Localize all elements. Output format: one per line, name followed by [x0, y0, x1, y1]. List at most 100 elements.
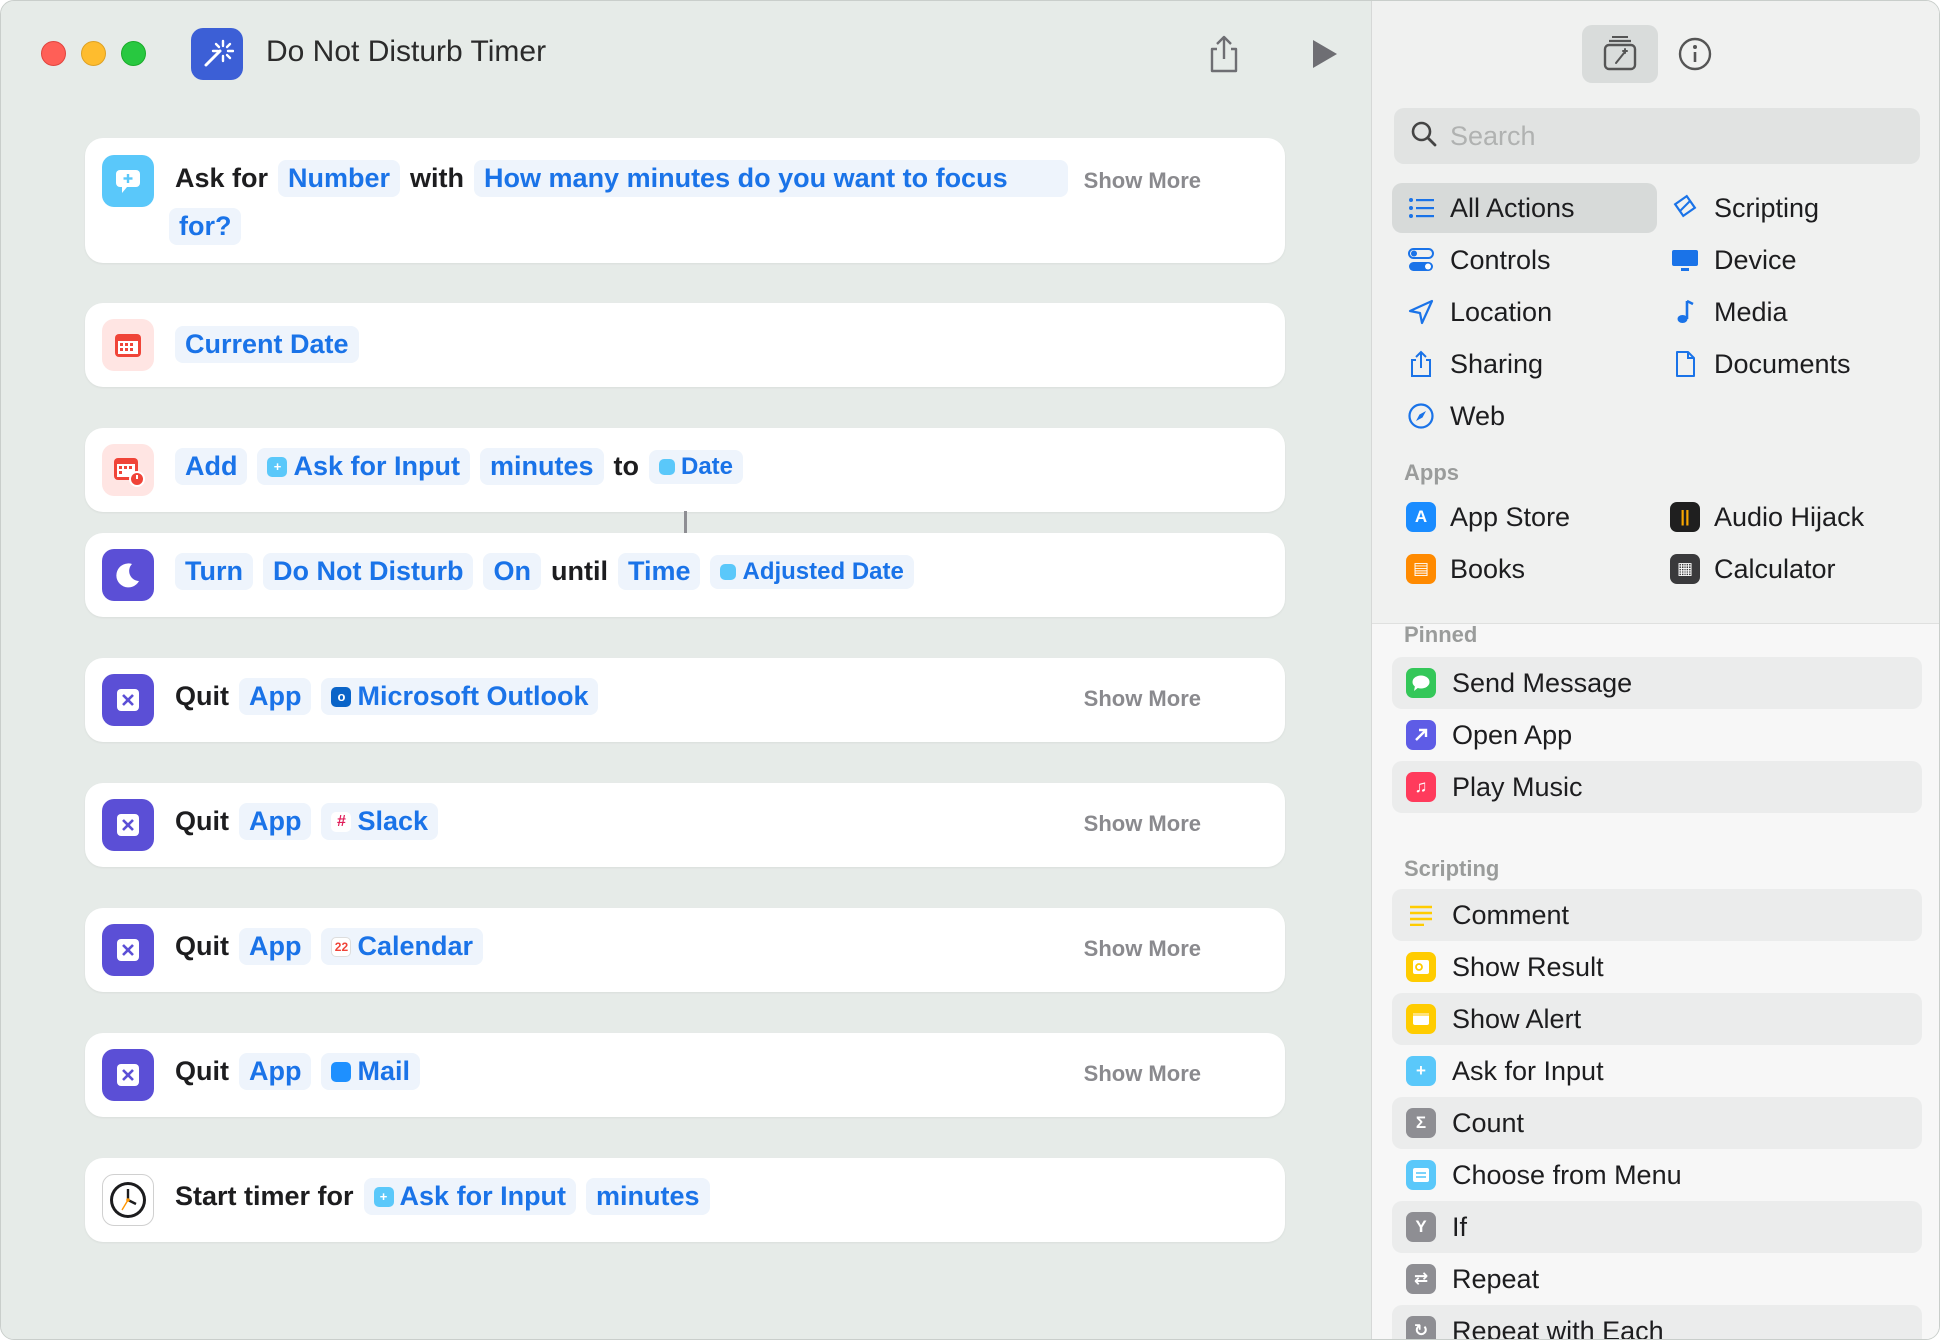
app-item[interactable]: ▤ Books	[1406, 544, 1525, 594]
quit-target-label: Mail	[357, 1056, 410, 1086]
scripting-action-item[interactable]: Choose from Menu	[1392, 1149, 1922, 1201]
repeat-each-icon: ↻	[1406, 1316, 1436, 1339]
timer-unit-token[interactable]: minutes	[586, 1178, 710, 1215]
scripting-action-item[interactable]: ⇄ Repeat	[1392, 1253, 1922, 1305]
timer-keyword: Start timer for	[175, 1181, 354, 1211]
info-icon[interactable]	[1657, 25, 1733, 83]
run-play-icon[interactable]	[1301, 31, 1347, 77]
quit-app-icon	[102, 674, 154, 726]
action-ask-for-input[interactable]: Ask for Number with How many minutes do …	[85, 138, 1285, 263]
scripting-section-header: Scripting	[1404, 856, 1500, 881]
add-variable-label: Ask for Input	[293, 451, 460, 481]
app-item[interactable]: A App Store	[1406, 492, 1570, 542]
pinned-action-item[interactable]: Open App	[1392, 709, 1922, 761]
sidebar-actions-list: Pinned Send Message Open App ♫ Play Musi…	[1372, 622, 1939, 1339]
action-quit-app[interactable]: Quit App Mail Show More	[85, 1033, 1285, 1117]
category-controls[interactable]: Controls	[1392, 235, 1657, 285]
show-more-button[interactable]: Show More	[1084, 936, 1201, 962]
quit-target-token[interactable]: # Slack	[321, 803, 439, 840]
category-scripting[interactable]: Scripting	[1656, 183, 1921, 233]
search-input[interactable]	[1450, 120, 1890, 152]
action-label: Choose from Menu	[1452, 1159, 1682, 1190]
category-web[interactable]: Web	[1392, 391, 1657, 441]
current-date-token[interactable]: Current Date	[175, 326, 359, 363]
scripting-action-item[interactable]: Show Alert	[1392, 993, 1922, 1045]
category-label: Documents	[1714, 348, 1851, 379]
action-quit-app[interactable]: Quit App # Slack Show More	[85, 783, 1285, 867]
dnd-date-token[interactable]: Adjusted Date	[710, 554, 914, 589]
share-icon[interactable]	[1201, 31, 1247, 77]
category-all-actions[interactable]: All Actions	[1392, 183, 1657, 233]
action-start-timer[interactable]: Start timer for + Ask for Input minutes	[85, 1158, 1285, 1242]
action-adjust-date[interactable]: Add + Ask for Input minutes to Date	[85, 428, 1285, 512]
sigma-icon: Σ	[1406, 1108, 1436, 1138]
add-verb-token[interactable]: Add	[175, 448, 248, 485]
quit-row: Quit App 22 Calendar	[175, 928, 484, 965]
ask-type-token[interactable]: Number	[278, 160, 401, 197]
quit-target-token[interactable]: o Microsoft Outlook	[321, 678, 599, 715]
app-item[interactable]: || Audio Hijack	[1670, 492, 1864, 542]
pinned-action-item[interactable]: Send Message	[1392, 657, 1922, 709]
quit-app-token[interactable]: App	[239, 803, 312, 840]
action-library-icon[interactable]	[1582, 25, 1658, 83]
calendar-add-icon	[102, 444, 154, 496]
apps-section-header: Apps	[1404, 460, 1459, 485]
close-window-button[interactable]	[41, 41, 66, 66]
ask-with-keyword: with	[410, 163, 465, 193]
display-icon	[1670, 245, 1700, 275]
category-location[interactable]: Location	[1392, 287, 1657, 337]
scripting-action-item[interactable]: + Ask for Input	[1392, 1045, 1922, 1097]
app-item[interactable]: ▦ Calculator	[1670, 544, 1836, 594]
timer-variable-label: Ask for Input	[399, 1181, 567, 1211]
shortcuts-window: Do Not Disturb Timer Ask for Number with…	[0, 0, 1940, 1340]
ask-keyword: Ask for	[175, 163, 269, 193]
action-quit-app[interactable]: Quit App 22 Calendar Show More	[85, 908, 1285, 992]
add-variable-token[interactable]: + Ask for Input	[257, 448, 470, 485]
add-target-token[interactable]: Date	[649, 449, 744, 484]
category-media[interactable]: Media	[1656, 287, 1921, 337]
timer-variable-token[interactable]: + Ask for Input	[363, 1178, 577, 1215]
quit-target-token[interactable]: Mail	[321, 1053, 420, 1090]
add-unit-token[interactable]: minutes	[479, 448, 604, 485]
scripting-action-item[interactable]: ↻ Repeat with Each	[1392, 1305, 1922, 1339]
show-more-button[interactable]: Show More	[1084, 168, 1201, 194]
show-more-button[interactable]: Show More	[1084, 1061, 1201, 1087]
quit-app-token[interactable]: App	[239, 678, 312, 715]
messages-icon	[1406, 668, 1436, 698]
zoom-window-button[interactable]	[121, 41, 146, 66]
quit-row: Quit App Mail	[175, 1053, 420, 1090]
location-arrow-icon	[1406, 297, 1436, 327]
dnd-time-token[interactable]: Time	[617, 553, 701, 590]
action-set-focus[interactable]: Turn Do Not Disturb On until Time Adjust…	[85, 533, 1285, 617]
ask-prompt-token[interactable]: How many minutes do you want to focus	[474, 160, 1068, 197]
document-icon	[1670, 349, 1700, 379]
scripting-action-item[interactable]: Y If	[1392, 1201, 1922, 1253]
scripting-action-item[interactable]: Show Result	[1392, 941, 1922, 993]
quit-target-label: Calendar	[357, 931, 474, 961]
quit-target-token[interactable]: 22 Calendar	[321, 928, 484, 965]
minimize-window-button[interactable]	[81, 41, 106, 66]
category-documents[interactable]: Documents	[1656, 339, 1921, 389]
action-current-date[interactable]: Current Date	[85, 303, 1285, 387]
category-device[interactable]: Device	[1656, 235, 1921, 285]
shortcut-magic-wand-icon[interactable]	[191, 28, 243, 80]
scripting-action-item[interactable]: Comment	[1392, 889, 1922, 941]
action-quit-app[interactable]: Quit App o Microsoft Outlook Show More	[85, 658, 1285, 742]
scripting-icon	[1670, 193, 1700, 223]
ask-prompt-token-continued[interactable]: for?	[169, 208, 242, 245]
quit-app-token[interactable]: App	[239, 1053, 312, 1090]
shortcut-title[interactable]: Do Not Disturb Timer	[266, 35, 546, 69]
category-sharing[interactable]: Sharing	[1392, 339, 1657, 389]
quit-row: Quit App # Slack	[175, 803, 439, 840]
dnd-turn-token[interactable]: Turn	[175, 553, 253, 590]
search-field[interactable]	[1394, 108, 1920, 164]
show-more-button[interactable]: Show More	[1084, 811, 1201, 837]
music-note-icon	[1670, 297, 1700, 327]
quit-keyword: Quit	[175, 806, 229, 836]
dnd-feature-token[interactable]: Do Not Disturb	[262, 553, 474, 590]
show-more-button[interactable]: Show More	[1084, 686, 1201, 712]
quit-app-token[interactable]: App	[239, 928, 312, 965]
pinned-action-item[interactable]: ♫ Play Music	[1392, 761, 1922, 813]
scripting-action-item[interactable]: Σ Count	[1392, 1097, 1922, 1149]
dnd-state-token[interactable]: On	[483, 553, 541, 590]
